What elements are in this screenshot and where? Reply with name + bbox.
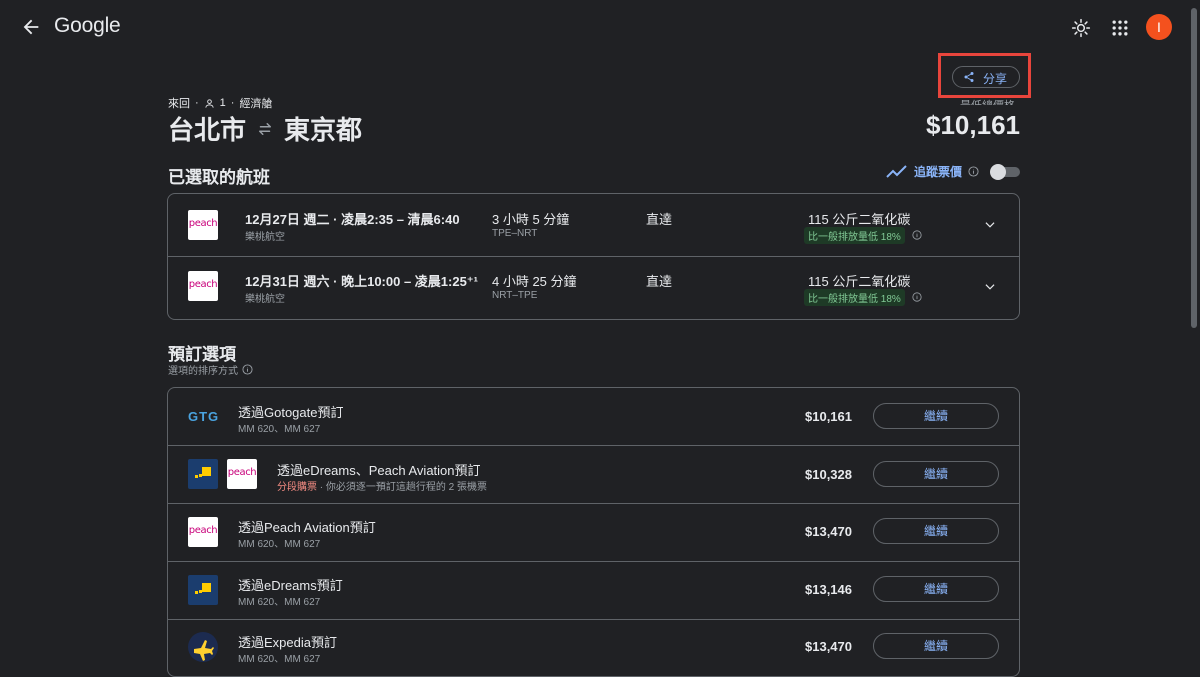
- booking-price: $13,146: [805, 582, 852, 597]
- flight-row[interactable]: peach 12月27日 週二 · 凌晨2:35 – 清晨6:40 樂桃航空 3…: [168, 194, 1019, 256]
- co2-emissions: 115 公斤二氧化碳: [808, 274, 911, 289]
- booking-provider: 透過eDreams、Peach Aviation預訂: [277, 463, 481, 478]
- split-ticket-warning[interactable]: 分段購票: [277, 482, 317, 493]
- share-icon: [964, 72, 974, 82]
- airline-name: 樂桃航空: [245, 294, 285, 305]
- airline-name: 樂桃航空: [245, 232, 285, 243]
- stops: 直達: [646, 274, 673, 289]
- share-button[interactable]: 分享: [952, 66, 1020, 88]
- booking-option-row[interactable]: 透過Expedia預訂 MM 620、MM 627 $13,470 繼續: [168, 620, 1019, 677]
- flight-numbers: MM 620、MM 627: [238, 539, 321, 550]
- continue-button[interactable]: 繼續: [873, 403, 999, 429]
- scrollbar[interactable]: [1188, 0, 1200, 658]
- flight-datetime: 12月31日 週六 · 晚上10:00 – 凌晨1:25⁺¹: [245, 274, 478, 289]
- cabin-class: 經濟艙: [239, 98, 273, 110]
- flight-duration: 3 小時 5 分鐘: [492, 212, 570, 227]
- gotogate-logo: GTG: [188, 409, 220, 424]
- sort-text: 選項的排序方式: [168, 366, 238, 377]
- continue-button[interactable]: 繼續: [873, 633, 999, 659]
- booking-note: 分段購票 · 你必須逐一預訂這趟行程的 2 張機票: [277, 478, 487, 493]
- edreams-logo: [188, 575, 218, 605]
- booking-option-row[interactable]: peach 透過eDreams、Peach Aviation預訂 分段購票 · …: [168, 446, 1019, 503]
- peach-logo: peach: [227, 459, 257, 489]
- route-title: 台北市 東京都: [168, 110, 362, 147]
- peach-logo: peach: [188, 210, 218, 240]
- person-icon: [205, 98, 214, 108]
- info-icon[interactable]: [968, 166, 979, 177]
- selected-flights-title: 已選取的航班: [168, 168, 270, 187]
- info-icon[interactable]: [912, 230, 922, 240]
- swap-arrows-icon: [259, 122, 272, 135]
- stops: 直達: [646, 212, 673, 227]
- continue-button[interactable]: 繼續: [873, 518, 999, 544]
- booking-provider: 透過Gotogate預訂: [238, 405, 344, 420]
- booking-option-row[interactable]: 透過eDreams預訂 MM 620、MM 627 $13,146 繼續: [168, 562, 1019, 619]
- booking-provider: 透過eDreams預訂: [238, 578, 343, 593]
- emission-badge: 比一般排放量低 18%: [804, 289, 905, 306]
- split-ticket-note: · 你必須逐一預訂這趟行程的 2 張機票: [319, 482, 488, 493]
- booking-price: $13,470: [805, 524, 852, 539]
- trip-type: 來回: [168, 98, 190, 110]
- route-code: NRT–TPE: [492, 290, 538, 301]
- booking-option-row[interactable]: peach 透過Peach Aviation預訂 MM 620、MM 627 $…: [168, 504, 1019, 561]
- track-prices-toggle[interactable]: [990, 164, 1020, 180]
- flight-duration: 4 小時 25 分鐘: [492, 274, 577, 289]
- origin-city: 台北市: [168, 115, 247, 145]
- flight-datetime: 12月27日 週二 · 凌晨2:35 – 清晨6:40: [245, 212, 460, 227]
- google-logo[interactable]: Google: [54, 14, 121, 38]
- track-prices-label: 追蹤票價: [914, 165, 963, 179]
- booking-price: $10,161: [805, 409, 852, 424]
- info-icon[interactable]: [242, 364, 253, 375]
- top-bar: Google I: [0, 0, 1200, 56]
- total-price: $10,161: [926, 110, 1020, 140]
- continue-button[interactable]: 繼續: [873, 461, 999, 487]
- co2-emissions: 115 公斤二氧化碳: [808, 212, 911, 227]
- sort-label[interactable]: 選項的排序方式: [168, 362, 253, 377]
- peach-logo: peach: [188, 271, 218, 301]
- peach-logo: peach: [188, 517, 218, 547]
- toggle-knob: [990, 164, 1006, 180]
- trip-meta: 來回 · 1 · 經濟艙: [168, 95, 272, 111]
- emission-badge: 比一般排放量低 18%: [804, 227, 905, 244]
- theme-sun-icon[interactable]: [1071, 18, 1091, 38]
- account-avatar[interactable]: I: [1146, 14, 1172, 40]
- chevron-down-icon[interactable]: [983, 280, 997, 294]
- booking-price: $10,328: [805, 467, 852, 482]
- flight-row[interactable]: peach 12月31日 週六 · 晚上10:00 – 凌晨1:25⁺¹ 樂桃航…: [168, 257, 1019, 319]
- booking-provider: 透過Peach Aviation預訂: [238, 520, 376, 535]
- route-code: TPE–NRT: [492, 228, 538, 239]
- separator-dot: ·: [230, 97, 235, 109]
- booking-option-row[interactable]: GTG 透過Gotogate預訂 MM 620、MM 627 $10,161 繼…: [168, 388, 1019, 445]
- passenger-count: 1: [219, 97, 226, 109]
- booking-provider: 透過Expedia預訂: [238, 635, 337, 650]
- share-label: 分享: [983, 72, 1008, 86]
- lowest-price-label: 最低總價格: [960, 97, 1015, 105]
- scrollbar-thumb[interactable]: [1191, 8, 1197, 328]
- destination-city: 東京都: [284, 115, 363, 145]
- apps-grid-icon[interactable]: [1110, 18, 1130, 38]
- flight-numbers: MM 620、MM 627: [238, 424, 321, 435]
- flight-numbers: MM 620、MM 627: [238, 597, 321, 608]
- info-icon[interactable]: [912, 292, 922, 302]
- selected-flights-card: peach 12月27日 週二 · 凌晨2:35 – 清晨6:40 樂桃航空 3…: [167, 193, 1020, 320]
- booking-price: $13,470: [805, 639, 852, 654]
- track-prices[interactable]: 追蹤票價: [886, 163, 979, 180]
- edreams-logo: [188, 459, 218, 489]
- continue-button[interactable]: 繼續: [873, 576, 999, 602]
- back-arrow-icon[interactable]: [20, 16, 42, 38]
- chevron-down-icon[interactable]: [983, 218, 997, 232]
- booking-options-card: GTG 透過Gotogate預訂 MM 620、MM 627 $10,161 繼…: [167, 387, 1020, 677]
- separator-dot: ·: [195, 97, 199, 109]
- trend-icon: [886, 164, 907, 178]
